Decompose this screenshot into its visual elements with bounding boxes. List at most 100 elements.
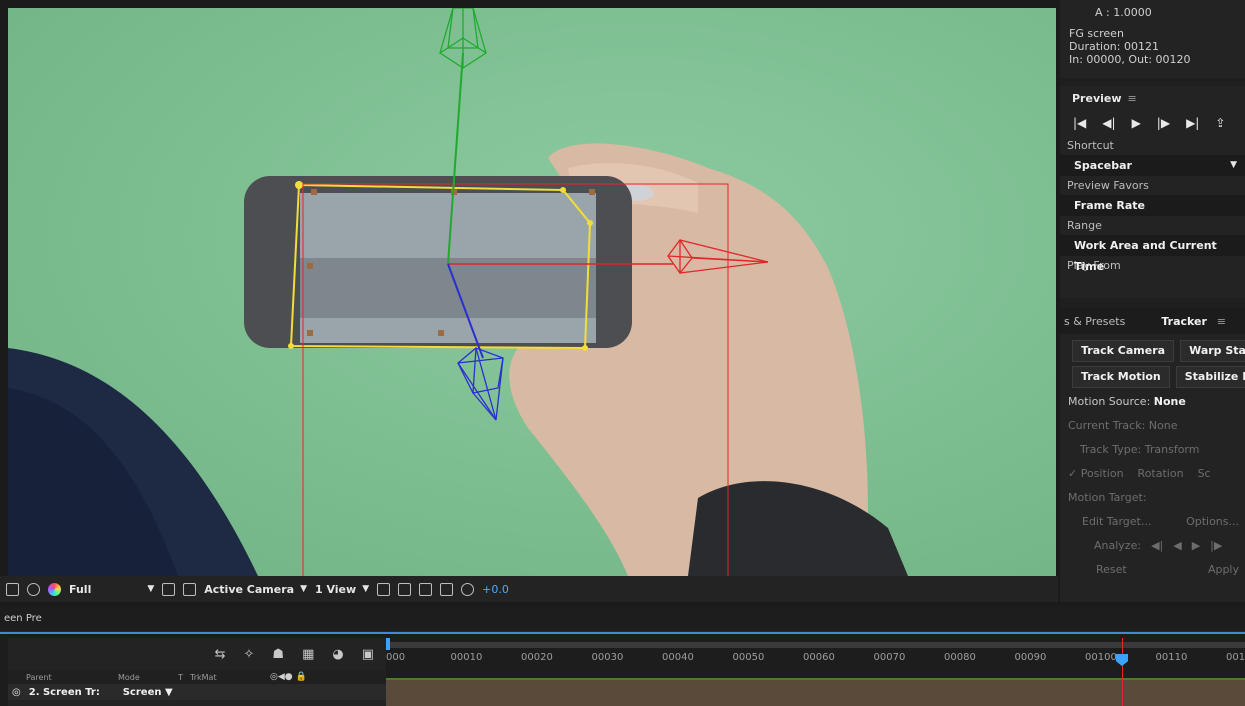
shortcut-value: Spacebar (1074, 159, 1132, 172)
column-parent: Parent (26, 672, 52, 682)
target-buttons-row: Edit Target... Options... (1060, 510, 1245, 534)
ruler-tick-label: 00080 (944, 652, 976, 663)
stabilize-motion-button[interactable]: Stabilize Mo (1175, 366, 1245, 388)
apply-button[interactable]: Apply (1208, 558, 1239, 582)
work-area-start-marker[interactable] (386, 638, 390, 650)
frame-blending-icon[interactable]: ▦ (302, 647, 314, 662)
shortcut-dropdown[interactable]: Spacebar ▼ (1060, 155, 1245, 176)
analyze-forward-icon[interactable]: ▶ (1192, 534, 1200, 558)
layer-row[interactable]: ◎ 2. Screen Tr: Screen ▼ (8, 684, 386, 700)
tab-tracker-label: Tracker (1161, 314, 1207, 328)
item-duration: Duration: 00121 (1069, 40, 1159, 53)
ruler-tick-label: 00040 (662, 652, 694, 663)
av-switches-icons: ◎◀● 🔒 (270, 672, 307, 682)
position-checkbox[interactable]: ✓ Position (1068, 462, 1124, 486)
view-layout-dropdown[interactable]: 1 View ▼ (315, 583, 369, 596)
work-area-bar[interactable] (386, 642, 1245, 648)
edit-target-button[interactable]: Edit Target... (1082, 510, 1151, 534)
playhead-line (1122, 638, 1123, 706)
ruler-tick-label: 00070 (873, 652, 906, 663)
track-camera-button[interactable]: Track Camera (1072, 340, 1175, 362)
ruler-tick-label: 00050 (732, 652, 765, 663)
warp-stabilizer-button[interactable]: Warp Stabil (1180, 340, 1245, 362)
range-label: Range (1067, 219, 1102, 232)
analyze-row: Analyze: ◀| ◀ ▶ |▶ (1060, 534, 1245, 558)
flowchart-icon[interactable] (440, 582, 454, 596)
timeline-tab[interactable]: een Pre (0, 606, 1245, 632)
hamburger-icon[interactable]: ≡ (1217, 315, 1226, 328)
exposure-value[interactable]: +0.0 (482, 583, 509, 596)
tab-tracker[interactable]: Tracker ≡ (1135, 315, 1236, 328)
tracker-panel: s & Presets Tracker ≡ Track Camera Warp … (1060, 308, 1245, 602)
ruler-tick-label: 00090 (1014, 652, 1047, 663)
snapshot-icon[interactable] (6, 582, 19, 596)
last-frame-icon[interactable]: ▶| (1186, 116, 1199, 130)
color-channel-icon[interactable] (48, 582, 61, 596)
layer-duration-bar[interactable] (386, 680, 1245, 706)
options-button[interactable]: Options... (1186, 510, 1239, 534)
camera-view-dropdown[interactable]: Active Camera ▼ (204, 583, 307, 596)
comp-flowchart-icon[interactable]: ⇆ (215, 647, 226, 662)
timeline-column-headers: Parent Mode T TrkMat ◎◀● 🔒 (8, 670, 386, 684)
track-motion-button[interactable]: Track Motion (1072, 366, 1170, 388)
parent-pickwhip-icon[interactable]: ◎ (12, 687, 21, 698)
layer-controls: ⇆ ✧ ☗ ▦ ◕ ▣ Parent Mode T TrkMat ◎◀● 🔒 ◎… (8, 638, 386, 706)
toggle-pixel-aspect-icon[interactable] (377, 582, 391, 596)
resolution-label: Full (69, 582, 92, 596)
track-type: Track Type: Transform (1080, 443, 1200, 456)
reset-button[interactable]: Reset (1096, 558, 1127, 582)
viewer-toolbar: Full ▼ Active Camera ▼ 1 View ▼ +0.0 (0, 576, 1058, 602)
hamburger-icon[interactable]: ≡ (1128, 92, 1137, 105)
item-in-out: In: 00000, Out: 00120 (1069, 53, 1191, 66)
ruler-tick-label: 001 (1226, 652, 1245, 663)
ruler-tick-label: 00060 (803, 652, 835, 663)
current-track: Current Track: None (1068, 419, 1178, 432)
ruler-tick-label: 00030 (591, 652, 624, 663)
resolution-dropdown[interactable]: Full ▼ (69, 583, 154, 596)
playhead-marker[interactable] (1116, 654, 1128, 666)
reset-exposure-icon[interactable] (461, 582, 475, 596)
graph-editor-icon[interactable]: ▣ (362, 647, 374, 662)
region-of-interest-icon[interactable] (162, 582, 176, 596)
blend-mode-dropdown[interactable]: Screen ▼ (123, 687, 173, 698)
tab-effects-presets[interactable]: s & Presets (1060, 315, 1135, 328)
analyze-back-icon[interactable]: ◀| (1151, 534, 1163, 558)
shy-layers-icon[interactable]: ☗ (272, 647, 284, 662)
motion-source-row[interactable]: Motion Source: None (1060, 390, 1245, 414)
panel-tabs: s & Presets Tracker ≡ (1060, 308, 1245, 334)
column-trkmat: TrkMat (190, 672, 217, 682)
preview-favors-dropdown[interactable]: Frame Rate (1060, 195, 1245, 216)
shortcut-label: Shortcut (1067, 139, 1114, 152)
chevron-down-icon: ▼ (1230, 160, 1237, 170)
draft-3d-icon[interactable]: ✧ (244, 647, 255, 662)
analyze-next-icon[interactable]: |▶ (1210, 534, 1222, 558)
motion-blur-icon[interactable]: ◕ (332, 647, 343, 662)
viewer-scene (8, 8, 908, 576)
ruler-tick-label: 00010 (450, 652, 483, 663)
first-frame-icon[interactable]: |◀ (1073, 116, 1086, 130)
right-panels: A : 1.0000 FG screen Duration: 00121 In:… (1060, 0, 1245, 602)
scale-checkbox[interactable]: Sc (1198, 462, 1211, 486)
composition-viewer[interactable] (8, 8, 1056, 576)
timeline-panel: een Pre ⇆ ✧ ☗ ▦ ◕ ▣ Parent Mode T TrkMat… (0, 606, 1245, 706)
time-ruler[interactable]: 000 00010 00020 00030 00040 00050 00060 00070 00… (386, 638, 1245, 706)
analyze-label: Analyze: (1094, 539, 1142, 552)
previous-frame-icon[interactable]: ◀| (1102, 116, 1115, 130)
ruler-tick-label: 00110 (1155, 652, 1188, 663)
show-channel-icon[interactable] (27, 582, 40, 596)
timeline-icon[interactable] (419, 582, 433, 596)
next-frame-icon[interactable]: |▶ (1157, 116, 1170, 130)
preview-favors-value: Frame Rate (1074, 199, 1146, 212)
analyze-backward-icon[interactable]: ◀ (1173, 534, 1181, 558)
motion-source-label: Motion Source: (1068, 395, 1151, 408)
layer-name[interactable]: 2. Screen Tr: (29, 687, 115, 698)
fast-previews-icon[interactable] (398, 582, 412, 596)
range-dropdown[interactable]: Work Area and Current Time (1060, 235, 1245, 273)
loop-icon[interactable]: ⇪ (1215, 116, 1225, 130)
play-icon[interactable]: ▶ (1132, 116, 1141, 130)
rotation-checkbox[interactable]: Rotation (1138, 462, 1184, 486)
timeline-active-indicator (0, 632, 1245, 634)
transparency-grid-icon[interactable] (183, 582, 197, 596)
track-options-row: ✓ Position Rotation Sc (1060, 462, 1245, 486)
view-layout-label: 1 View (314, 582, 357, 596)
